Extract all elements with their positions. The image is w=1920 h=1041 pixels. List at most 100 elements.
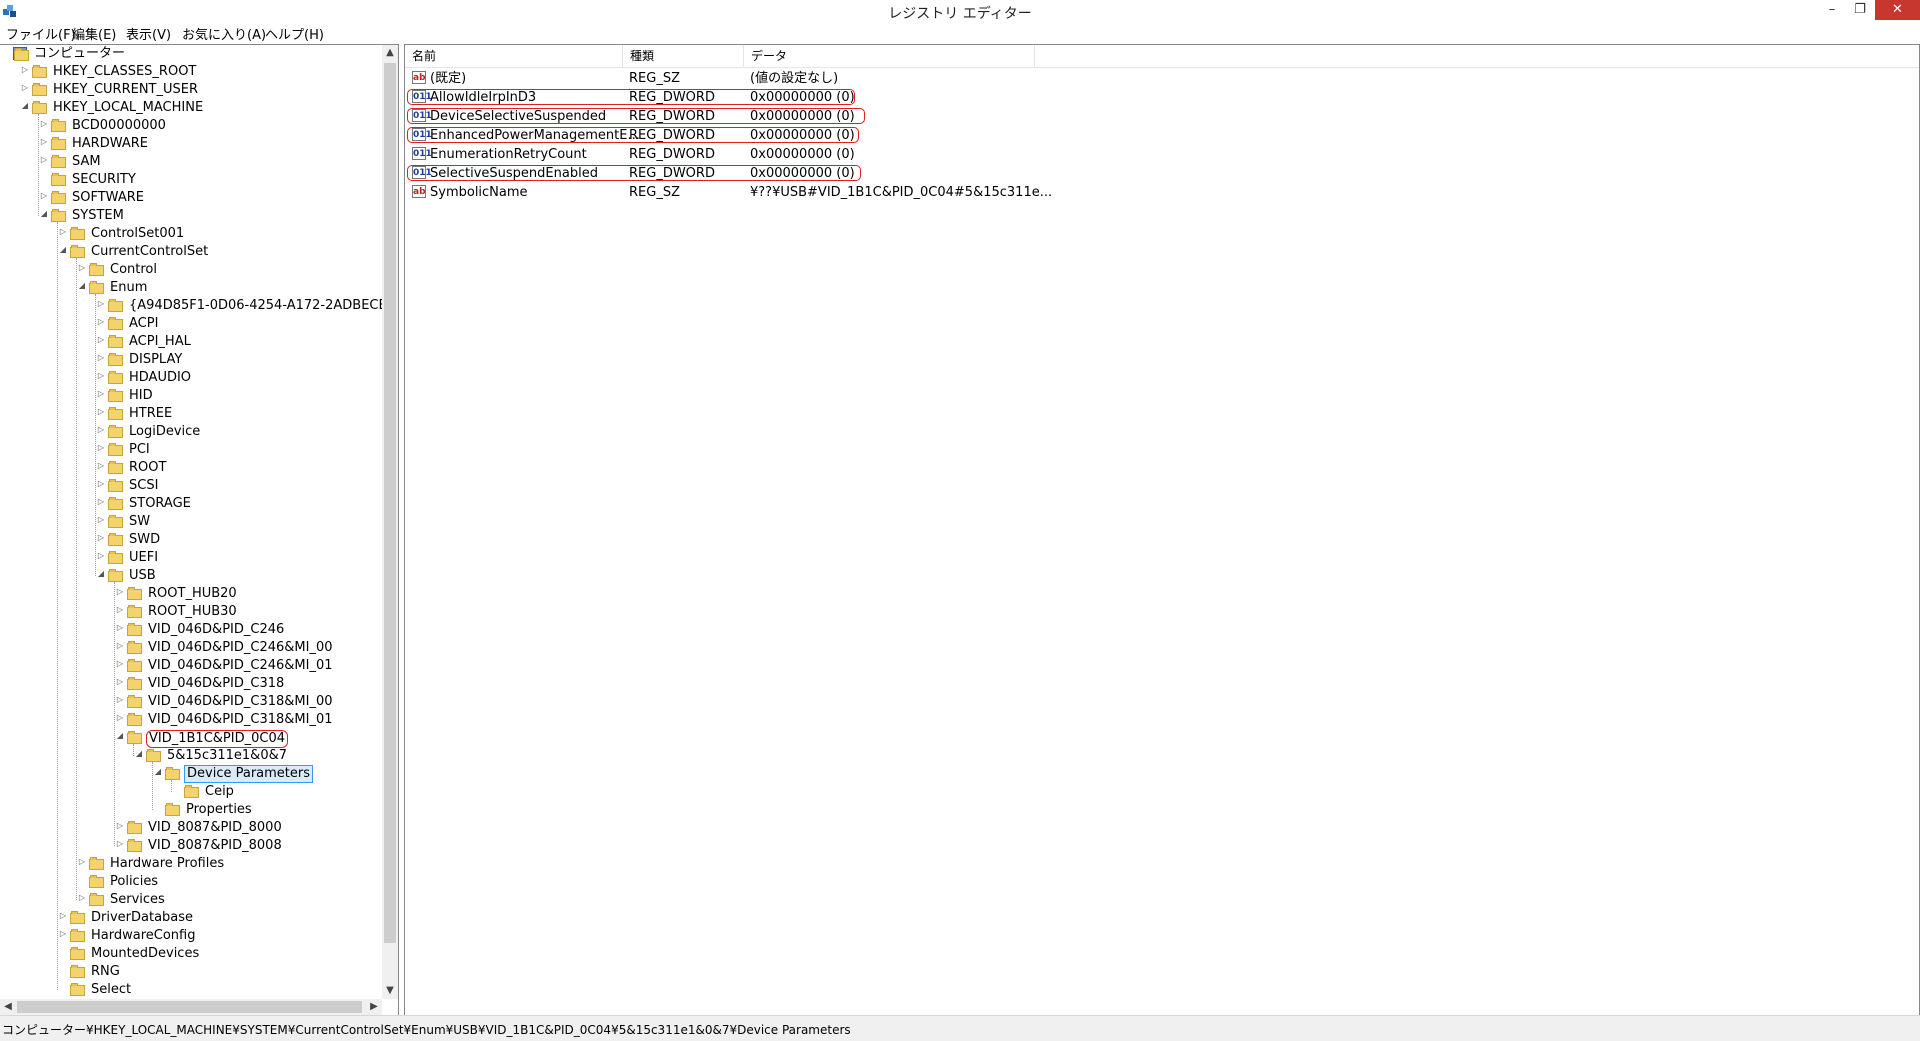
expand-arrow-icon[interactable]: ▷: [39, 155, 49, 165]
column-header-type[interactable]: 種類: [623, 45, 744, 67]
status-key-path: コンピューター¥HKEY_LOCAL_MACHINE¥SYSTEM¥Curren…: [2, 1023, 851, 1037]
scroll-down-arrow[interactable]: ▼: [382, 983, 398, 999]
value-row[interactable]: ab (既定) REG_SZ (値の設定なし): [405, 69, 1505, 88]
expand-arrow-icon[interactable]: ▷: [77, 263, 87, 273]
value-row[interactable]: ab SymbolicName REG_SZ ¥??¥USB#VID_1B1C&PID…: [405, 183, 1505, 202]
collapse-arrow-icon[interactable]: ◢: [96, 569, 106, 579]
value-row[interactable]: 011 EnhancedPowerManagementE... REG_DWORD 0…: [405, 126, 1505, 145]
close-button[interactable]: ✕: [1875, 0, 1920, 20]
folder-icon: [108, 317, 123, 330]
menu-file[interactable]: ファイル(F): [6, 24, 76, 43]
minimize-button[interactable]: –: [1818, 0, 1846, 20]
value-row[interactable]: 011 AllowIdleIrpInD3 REG_DWORD 0x00000000 (…: [405, 88, 1505, 107]
expand-arrow-icon[interactable]: ▷: [96, 335, 106, 345]
folder-icon: [70, 245, 85, 258]
expand-arrow-icon[interactable]: ▷: [77, 893, 87, 903]
menu-view[interactable]: 表示(V): [126, 24, 171, 43]
expand-arrow-icon[interactable]: ▷: [58, 929, 68, 939]
expand-arrow-icon[interactable]: ▷: [115, 677, 125, 687]
tree-node-label: VID_046D&PID_C246&MI_01: [148, 658, 333, 673]
menu-help[interactable]: ヘルプ(H): [265, 24, 324, 43]
expand-arrow-icon[interactable]: ▷: [115, 821, 125, 831]
tree-node-label: SW: [129, 514, 151, 529]
expand-arrow-icon[interactable]: ▷: [115, 641, 125, 651]
expand-arrow-icon[interactable]: ▷: [39, 191, 49, 201]
expand-arrow-icon[interactable]: ▷: [39, 119, 49, 129]
expand-arrow-icon[interactable]: ▷: [96, 425, 106, 435]
column-header-data[interactable]: データ: [744, 45, 1035, 67]
folder-icon: [108, 299, 123, 312]
tree-node-label: HardwareConfig: [91, 928, 196, 943]
scroll-up-arrow[interactable]: ▲: [382, 45, 398, 61]
expand-arrow-icon[interactable]: ▷: [20, 83, 30, 93]
folder-icon: [32, 83, 47, 96]
folder-icon: [108, 551, 123, 564]
expand-arrow-icon[interactable]: ▷: [58, 911, 68, 921]
collapse-arrow-icon[interactable]: ◢: [77, 281, 87, 291]
expand-arrow-icon[interactable]: ▷: [96, 515, 106, 525]
expand-arrow-icon[interactable]: ▷: [96, 371, 106, 381]
tree-node-label: VID_046D&PID_C318&MI_00: [148, 694, 333, 709]
expand-arrow-icon[interactable]: ▷: [39, 137, 49, 147]
tree-node-label: LogiDevice: [129, 424, 201, 439]
tree-node-label: VID_046D&PID_C318: [148, 676, 285, 691]
expand-arrow-icon[interactable]: ▷: [77, 857, 87, 867]
expand-arrow-icon[interactable]: ▷: [58, 227, 68, 237]
expand-arrow-icon[interactable]: ▷: [96, 389, 106, 399]
folder-icon: [108, 425, 123, 438]
tree-vertical-scrollbar[interactable]: ▲ ▼: [382, 45, 398, 999]
expand-arrow-icon[interactable]: ▷: [115, 605, 125, 615]
values-list-pane[interactable]: 名前 種類 データ ab (既定) REG_SZ (値の設定なし) 011 AllowId…: [404, 44, 1920, 1016]
tree-scroll-thumb[interactable]: [384, 63, 396, 943]
title-bar: レジストリ エディター – ❐ ✕: [0, 0, 1920, 24]
expand-arrow-icon[interactable]: ▷: [96, 497, 106, 507]
tree-node-label: Hardware Profiles: [110, 856, 225, 871]
column-header-name[interactable]: 名前: [405, 45, 623, 67]
menu-edit[interactable]: 編集(E): [72, 24, 116, 43]
scroll-left-arrow[interactable]: ◀: [0, 999, 16, 1015]
expand-arrow-icon[interactable]: ▷: [96, 443, 106, 453]
tree-node-label: HTREE: [129, 406, 173, 421]
expand-arrow-icon[interactable]: ▷: [96, 533, 106, 543]
binary-value-icon: 011: [412, 147, 432, 160]
tree-guide-line: [114, 582, 115, 846]
expand-arrow-icon[interactable]: ▷: [115, 623, 125, 633]
expand-arrow-icon[interactable]: ▷: [96, 551, 106, 561]
value-row[interactable]: 011 DeviceSelectiveSuspended REG_DWORD 0x00…: [405, 107, 1505, 126]
value-row[interactable]: 011 SelectiveSuspendEnabled REG_DWORD 0x000…: [405, 164, 1505, 183]
tree-node-label: HKEY_CLASSES_ROOT: [53, 64, 197, 79]
scroll-right-arrow[interactable]: ▶: [366, 999, 382, 1015]
tree-guide-line: [171, 780, 172, 792]
expand-arrow-icon[interactable]: ▷: [115, 839, 125, 849]
value-name: (既定): [430, 71, 467, 86]
tree-node-label: 5&15c311e1&0&7: [167, 748, 287, 763]
expand-arrow-icon[interactable]: ▷: [96, 461, 106, 471]
expand-arrow-icon[interactable]: ▷: [115, 695, 125, 705]
restore-button[interactable]: ❐: [1846, 0, 1874, 20]
collapse-arrow-icon[interactable]: ◢: [153, 767, 163, 777]
tree-horizontal-scrollbar[interactable]: ◀ ▶: [0, 999, 382, 1015]
tree-node-label: ACPI: [129, 316, 159, 331]
collapse-arrow-icon[interactable]: ◢: [20, 101, 30, 111]
collapse-arrow-icon[interactable]: ◢: [39, 209, 49, 219]
expand-arrow-icon[interactable]: ▷: [115, 587, 125, 597]
expand-arrow-icon[interactable]: ▷: [96, 479, 106, 489]
collapse-arrow-icon[interactable]: ◢: [115, 731, 125, 741]
value-row[interactable]: 011 EnumerationRetryCount REG_DWORD 0x00000…: [405, 145, 1505, 164]
expand-arrow-icon[interactable]: ▷: [96, 353, 106, 363]
expand-arrow-icon[interactable]: ▷: [115, 713, 125, 723]
key-tree-pane[interactable]: コンピューター ▷ HKEY_CLASSES_ROOT ▷ HKEY_CURRENT_U…: [0, 44, 399, 1016]
expand-arrow-icon[interactable]: ▷: [96, 407, 106, 417]
folder-icon: [127, 641, 142, 654]
tree-hscroll-thumb[interactable]: [17, 1001, 362, 1013]
expand-arrow-icon[interactable]: ▷: [20, 65, 30, 75]
expand-arrow-icon[interactable]: ▷: [115, 659, 125, 669]
collapse-arrow-icon[interactable]: ◢: [58, 245, 68, 255]
expand-arrow-icon[interactable]: ▷: [96, 317, 106, 327]
tree-node-label: Control: [110, 262, 157, 277]
red-annotation-outline: [407, 127, 859, 143]
value-data: ¥??¥USB#VID_1B1C&PID_0C04#5&15c311e...: [750, 185, 1053, 200]
expand-arrow-icon[interactable]: ▷: [96, 299, 106, 309]
menu-favorites[interactable]: お気に入り(A): [182, 24, 266, 43]
collapse-arrow-icon[interactable]: ◢: [134, 749, 144, 759]
